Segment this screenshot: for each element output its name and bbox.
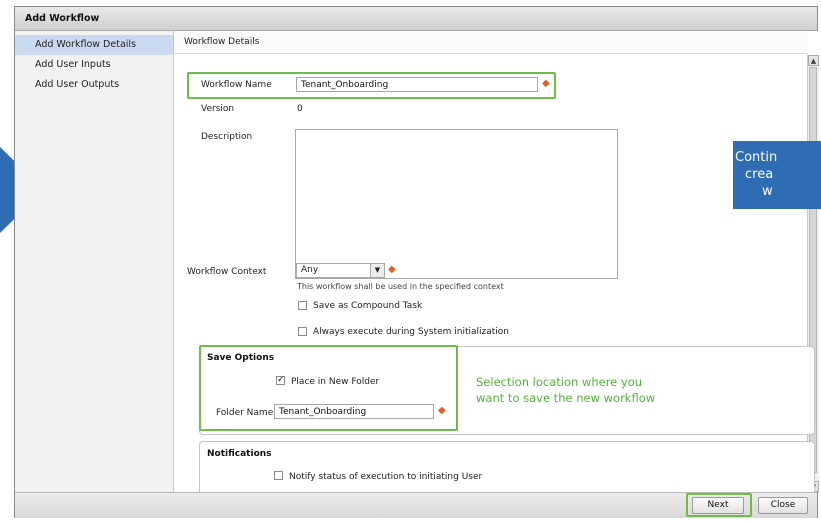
annotation-line-1: Selection location where you — [476, 375, 643, 389]
workflow-name-label: Workflow Name — [201, 80, 272, 90]
save-options-title: Save Options — [207, 353, 275, 363]
workflow-details-panel: Workflow Details ▲ ▼ Workflow Name ◆ Ver… — [174, 31, 819, 499]
description-textarea[interactable] — [295, 129, 618, 279]
required-asterisk-icon: ◆ — [388, 264, 396, 275]
wizard-sidebar: Add Workflow Details Add User Inputs Add… — [15, 31, 174, 492]
description-label: Description — [201, 132, 253, 142]
notify-status-label: Notify status of execution to initiating… — [289, 472, 483, 482]
add-workflow-dialog: Add Workflow Add Workflow Details Add Us… — [14, 6, 819, 518]
folder-name-label: Folder Name — [216, 408, 274, 418]
workflow-context-value: Any — [301, 265, 319, 275]
workflow-context-label: Workflow Context — [187, 267, 267, 277]
always-execute-label: Always execute during System initializat… — [313, 327, 510, 337]
notify-status-checkbox[interactable] — [274, 471, 283, 480]
sidebar-item-add-user-inputs[interactable]: Add User Inputs — [15, 55, 173, 75]
callout-line-2: crea — [745, 167, 774, 182]
required-asterisk-icon: ◆ — [542, 78, 550, 89]
dialog-footer: Next Close — [15, 492, 817, 518]
panel-title: Workflow Details — [184, 37, 260, 47]
sidebar-item-add-workflow-details[interactable]: Add Workflow Details — [15, 35, 173, 55]
workflow-name-input[interactable] — [296, 77, 538, 92]
next-button[interactable]: Next — [692, 497, 744, 514]
sidebar-item-add-user-outputs[interactable]: Add User Outputs — [15, 75, 173, 95]
workflow-context-help: This workflow shall be used in the speci… — [297, 282, 504, 291]
folder-name-input[interactable] — [274, 404, 434, 419]
notifications-title: Notifications — [207, 449, 272, 459]
place-in-new-folder-label: Place in New Folder — [291, 377, 380, 387]
callout-line-1: Contin — [735, 150, 778, 165]
callout-line-3: w — [762, 184, 773, 199]
save-location-annotation: Selection location where you want to sav… — [476, 374, 655, 406]
close-button[interactable]: Close — [758, 497, 808, 514]
dialog-title: Add Workflow — [25, 13, 100, 24]
chevron-down-icon[interactable]: ▼ — [370, 264, 384, 277]
annotation-line-2: want to save the new workflow — [476, 391, 656, 405]
compound-task-label: Save as Compound Task — [313, 301, 423, 311]
workflow-context-select[interactable]: Any ▼ — [296, 263, 385, 278]
dialog-titlebar: Add Workflow — [15, 7, 817, 31]
notifications-section — [199, 441, 815, 499]
compound-task-checkbox[interactable] — [298, 301, 307, 310]
panel-header: Workflow Details — [174, 31, 808, 54]
scroll-up-arrow-icon[interactable]: ▲ — [808, 55, 819, 66]
version-label: Version — [201, 104, 235, 114]
place-in-new-folder-checkbox[interactable]: ✓ — [276, 376, 285, 385]
required-asterisk-icon: ◆ — [438, 405, 446, 416]
version-value: 0 — [297, 104, 303, 114]
continue-callout: Contin crea w — [733, 141, 821, 209]
always-execute-checkbox[interactable] — [298, 327, 307, 336]
